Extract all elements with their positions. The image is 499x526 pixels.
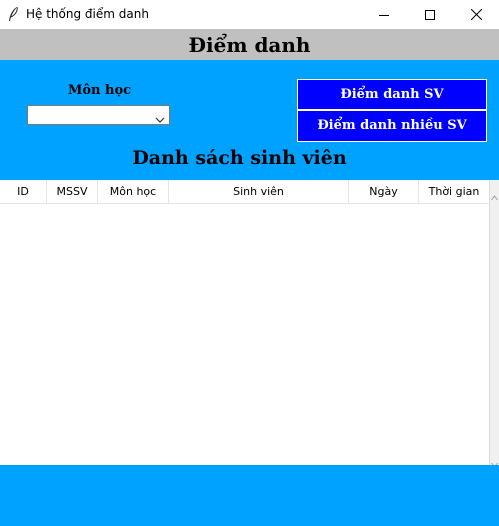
column-header-date[interactable]: Ngày <box>349 180 419 204</box>
subject-label: Môn học <box>68 83 132 98</box>
scroll-down-icon[interactable] <box>491 453 498 468</box>
minimize-icon <box>379 5 389 24</box>
feather-icon <box>7 6 19 22</box>
scroll-up-icon[interactable] <box>491 186 498 201</box>
chevron-down-icon <box>155 110 165 123</box>
subject-select[interactable] <box>27 105 170 125</box>
close-button[interactable] <box>453 0 499 28</box>
footer-bar <box>0 465 499 526</box>
attend-multi-button[interactable]: Điểm danh nhiều SV <box>297 110 487 142</box>
page-title: Điểm danh <box>188 33 311 57</box>
column-header-mssv[interactable]: MSSV <box>47 180 98 204</box>
controls-panel: Môn học Điểm danh SV Điểm danh nhiều SV … <box>0 60 499 180</box>
column-header-subject[interactable]: Môn học <box>98 180 169 204</box>
close-icon <box>470 5 482 24</box>
attend-single-button[interactable]: Điểm danh SV <box>297 79 487 110</box>
column-header-id[interactable]: ID <box>0 180 47 204</box>
window-titlebar: Hệ thống điểm danh <box>0 0 499 28</box>
table-header: ID MSSV Môn học Sinh viên Ngày Thời gian <box>0 180 489 204</box>
student-list-title: Danh sách sinh viên <box>132 147 347 169</box>
minimize-button[interactable] <box>361 0 407 28</box>
page-header: Điểm danh <box>0 29 499 60</box>
maximize-icon <box>425 5 435 24</box>
window-title: Hệ thống điểm danh <box>26 7 149 21</box>
table-scrollbar[interactable] <box>489 180 499 468</box>
column-header-student[interactable]: Sinh viên <box>169 180 349 204</box>
column-header-time[interactable]: Thời gian <box>419 180 489 204</box>
student-table[interactable]: ID MSSV Môn học Sinh viên Ngày Thời gian <box>0 180 499 468</box>
maximize-button[interactable] <box>407 0 453 28</box>
